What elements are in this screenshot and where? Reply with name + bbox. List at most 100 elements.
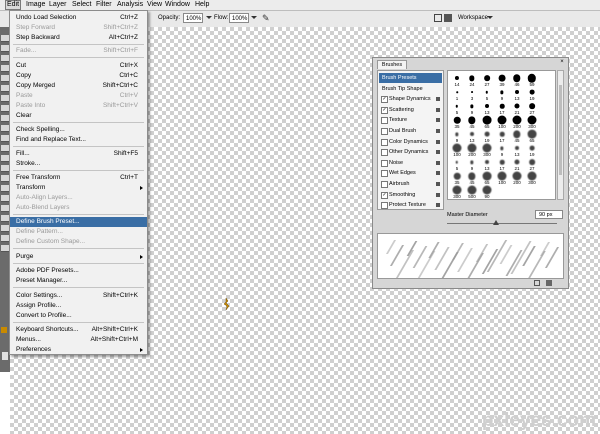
brush-preset-cell[interactable]: 45 — [465, 170, 479, 185]
lock-icon[interactable] — [436, 203, 440, 208]
menu-item-undo[interactable]: Undo Load Selection Ctrl+Z — [10, 13, 147, 23]
lock-icon[interactable] — [436, 160, 440, 165]
close-icon[interactable]: × — [559, 59, 565, 65]
menu-item-copy-merged[interactable]: Copy Merged Shift+Ctrl+C — [10, 81, 147, 91]
checkbox-icon[interactable] — [381, 170, 388, 178]
menu-item-auto-align[interactable]: Auto-Align Layers... — [10, 193, 147, 203]
menu-item-free-transform[interactable]: Free Transform Ctrl+T — [10, 173, 147, 183]
menu-window[interactable]: Window — [165, 1, 190, 9]
brush-preset-cell[interactable]: 200 — [465, 142, 479, 157]
menu-item-preferences[interactable]: Preferences — [10, 345, 147, 355]
brush-preset-cell[interactable]: 500 — [465, 184, 479, 199]
menu-item-purge[interactable]: Purge — [10, 252, 147, 262]
brush-preset-cell[interactable]: 21 — [510, 156, 524, 171]
menu-layer[interactable]: Layer — [49, 1, 67, 9]
checkbox-checked-icon[interactable]: ✓ — [381, 191, 388, 199]
menu-item-transform[interactable]: Transform — [10, 183, 147, 193]
tool-lasso[interactable] — [1, 55, 9, 62]
brush-setting-item[interactable]: Texture — [379, 115, 442, 125]
menu-image[interactable]: Image — [26, 1, 45, 9]
brush-preset-cell[interactable] — [510, 184, 524, 198]
menu-item-define-pattern[interactable]: Define Pattern... — [10, 227, 147, 237]
brush-setting-item[interactable]: ✓ Shape Dynamics — [379, 94, 442, 104]
brush-preset-cell[interactable]: 59 — [525, 72, 539, 87]
menu-item-convert-profile[interactable]: Convert to Profile... — [10, 311, 147, 321]
menu-item-copy[interactable]: Copy Ctrl+C — [10, 71, 147, 81]
brush-preset-cell[interactable]: 17 — [495, 128, 509, 143]
brush-setting-item[interactable]: Brush Tip Shape — [379, 84, 442, 94]
tool-eraser[interactable] — [1, 135, 9, 142]
brush-preset-cell[interactable]: 9 — [450, 128, 464, 143]
brush-preset-cell[interactable] — [540, 156, 554, 170]
brush-preset-cell[interactable]: 9 — [495, 86, 509, 101]
master-diameter-slider[interactable] — [447, 223, 557, 224]
lock-icon[interactable] — [436, 171, 440, 176]
brush-preset-cell[interactable] — [540, 142, 554, 156]
menu-item-find-replace[interactable]: Find and Replace Text... — [10, 135, 147, 145]
brush-preset-cell[interactable]: 65 — [525, 128, 539, 143]
brush-preset-cell[interactable] — [540, 100, 554, 114]
brush-preset-cell[interactable]: 90 — [480, 184, 494, 199]
tool-blur[interactable] — [1, 155, 9, 162]
brush-preset-cell[interactable]: 200 — [510, 170, 524, 185]
brush-setting-item[interactable]: ✓ Smoothing — [379, 190, 442, 200]
flow-dropdown-icon[interactable] — [251, 16, 257, 19]
brush-preset-cell[interactable]: 35 — [450, 114, 464, 129]
tool-move[interactable] — [1, 35, 9, 42]
tool-gradient[interactable] — [1, 145, 9, 152]
tool-eyedropper[interactable] — [1, 225, 9, 232]
brush-setting-item[interactable]: Wet Edges — [379, 168, 442, 178]
brush-preset-cell[interactable]: 45 — [465, 114, 479, 129]
brush-setting-item[interactable]: Noise — [379, 158, 442, 168]
brush-setting-item[interactable]: Other Dynamics — [379, 147, 442, 157]
tool-stamp[interactable] — [1, 115, 9, 122]
menu-item-preset-manager[interactable]: Preset Manager... — [10, 276, 147, 286]
screen-mode-icon[interactable] — [444, 14, 452, 22]
brush-preset-cell[interactable]: 27 — [480, 72, 494, 87]
brush-preset-cell[interactable] — [540, 114, 554, 128]
menu-item-paste[interactable]: Paste Ctrl+V — [10, 91, 147, 101]
brush-preset-cell[interactable]: 100 — [495, 114, 509, 129]
brush-preset-cell[interactable]: 19 — [525, 86, 539, 101]
quick-mask-icon[interactable] — [2, 352, 8, 360]
checkbox-icon[interactable] — [381, 128, 388, 135]
menu-item-define-custom-shape[interactable]: Define Custom Shape... — [10, 237, 147, 247]
brush-preset-cell[interactable]: 46 — [510, 72, 524, 87]
new-preset-icon[interactable] — [534, 280, 540, 286]
checkbox-icon[interactable] — [381, 138, 388, 146]
menu-edit[interactable]: Edit — [5, 0, 22, 10]
brush-preset-cell[interactable]: 3 — [465, 86, 479, 101]
brush-preset-cell[interactable]: 100 — [495, 170, 509, 185]
trash-icon[interactable] — [546, 280, 552, 286]
opacity-field[interactable]: 100% — [183, 13, 203, 23]
brush-setting-item[interactable]: Dual Brush — [379, 126, 442, 136]
brush-preset-cell[interactable]: 27 — [525, 100, 539, 115]
brush-setting-item[interactable]: Brush Presets — [379, 73, 442, 83]
brush-setting-item[interactable]: Color Dynamics — [379, 137, 442, 147]
brush-preset-cell[interactable]: 9 — [465, 156, 479, 171]
scrollbar-thumb[interactable] — [559, 85, 562, 175]
menu-item-color-settings[interactable]: Color Settings... Shift+Ctrl+K — [10, 291, 147, 301]
checkbox-icon[interactable] — [381, 149, 388, 157]
slider-thumb-icon[interactable] — [493, 220, 499, 225]
menu-help[interactable]: Help — [195, 1, 209, 9]
brush-preset-cell[interactable] — [495, 184, 509, 198]
brush-setting-item[interactable]: ✓ Scattering — [379, 105, 442, 115]
preset-grid-scrollbar[interactable] — [557, 70, 564, 200]
tool-marquee[interactable] — [1, 45, 9, 52]
brush-preset-cell[interactable]: 21 — [510, 100, 524, 115]
brush-preset-cell[interactable]: 300 — [480, 142, 494, 157]
brush-preset-cell[interactable]: 200 — [510, 114, 524, 129]
foreground-color-swatch[interactable] — [1, 327, 7, 333]
airbrush-icon[interactable]: ✎ — [262, 13, 272, 23]
lock-icon[interactable] — [436, 192, 440, 197]
tool-hand[interactable] — [1, 235, 9, 242]
brush-preset-cell[interactable]: 39 — [495, 72, 509, 87]
menu-view[interactable]: View — [147, 1, 162, 9]
brush-preset-cell[interactable]: 45 — [510, 128, 524, 143]
lock-icon[interactable] — [436, 97, 440, 102]
brush-preset-cell[interactable] — [540, 86, 554, 100]
brush-setting-item[interactable]: Airbrush — [379, 179, 442, 189]
brush-panel-toggle-icon[interactable] — [434, 14, 442, 22]
menu-item-pdf-presets[interactable]: Adobe PDF Presets... — [10, 266, 147, 276]
